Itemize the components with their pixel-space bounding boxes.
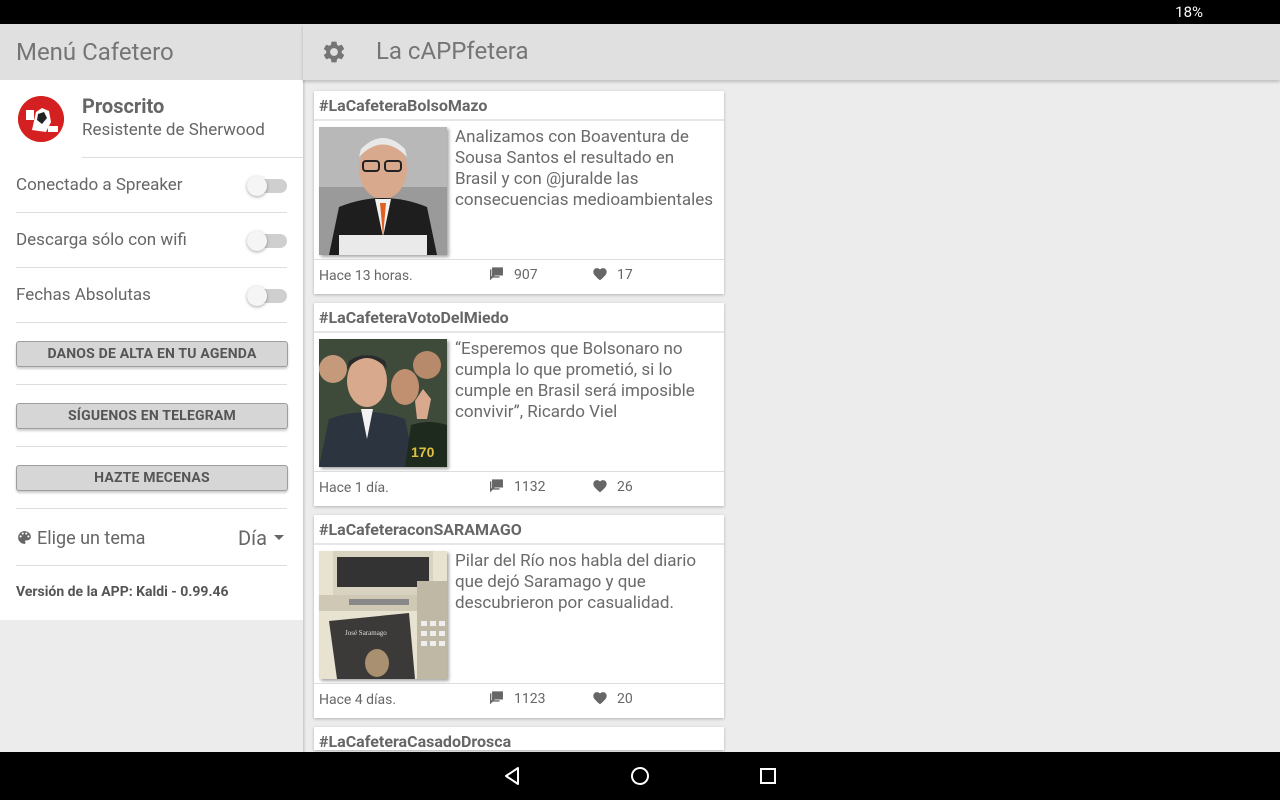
episode-description: Pilar del Río nos habla del diario que d… bbox=[455, 551, 697, 613]
episode-card[interactable]: #LaCafeteraVotoDelMiedo 170 “Esperemos q… bbox=[314, 303, 724, 506]
toggle-knob bbox=[247, 176, 267, 196]
podcast-feed: #LaCafeteraBolsoMazo Analizamos con Boav… bbox=[314, 91, 724, 757]
comments-count: 907 bbox=[514, 267, 538, 283]
theme-selector[interactable]: Elige un tema Día bbox=[16, 509, 287, 566]
episode-footer: Hace 13 horas. 907 17 bbox=[314, 259, 724, 294]
dropdown-caret-icon bbox=[274, 535, 284, 540]
episode-footer: Hace 1 día. 1132 26 bbox=[314, 471, 724, 506]
system-nav-bar bbox=[0, 752, 1280, 800]
episode-time: Hace 4 días. bbox=[319, 692, 397, 708]
episode-thumbnail[interactable] bbox=[319, 127, 447, 255]
back-icon[interactable] bbox=[500, 764, 524, 788]
toggle-knob bbox=[247, 231, 267, 251]
patron-button[interactable]: HAZTE MECENAS bbox=[16, 465, 288, 491]
episode-tag: #LaCafeteraBolsoMazo bbox=[314, 91, 724, 121]
theme-label: Elige un tema bbox=[37, 528, 146, 549]
navigation-drawer: Menú Cafetero Proscrito Resistente de Sh… bbox=[0, 24, 303, 752]
wifi-only-toggle[interactable] bbox=[247, 231, 287, 251]
comments-count: 1132 bbox=[514, 479, 546, 495]
telegram-button[interactable]: SÍGUENOS EN TELEGRAM bbox=[16, 403, 288, 429]
spreaker-toggle[interactable] bbox=[247, 176, 287, 196]
profile-subtitle: Resistente de Sherwood bbox=[82, 120, 265, 140]
episode-description: Analizamos con Boaventura de Sousa Santo… bbox=[455, 127, 714, 210]
episode-time: Hace 1 día. bbox=[319, 480, 389, 496]
setting-label: Descarga sólo con wifi bbox=[16, 230, 187, 250]
theme-value[interactable]: Día bbox=[238, 526, 267, 550]
button-row: DANOS DE ALTA EN TU AGENDA bbox=[16, 323, 288, 385]
setting-label: Conectado a Spreaker bbox=[16, 175, 183, 195]
profile[interactable]: Proscrito Resistente de Sherwood bbox=[0, 80, 303, 158]
app-bar: La cAPPfetera bbox=[303, 24, 1280, 80]
heart-icon[interactable] bbox=[592, 266, 608, 285]
episode-description: “Esperemos que Bolsonaro no cumpla lo qu… bbox=[455, 339, 695, 422]
drawer-body: Proscrito Resistente de Sherwood Conecta… bbox=[0, 80, 303, 620]
button-row: SÍGUENOS EN TELEGRAM bbox=[16, 385, 288, 447]
setting-wifi-only[interactable]: Descarga sólo con wifi bbox=[16, 213, 287, 268]
episode-thumbnail[interactable]: 170 bbox=[319, 339, 447, 467]
avatar bbox=[18, 96, 64, 142]
likes-count: 26 bbox=[617, 479, 633, 495]
heart-icon[interactable] bbox=[592, 478, 608, 497]
gear-icon[interactable] bbox=[321, 39, 347, 69]
agenda-button[interactable]: DANOS DE ALTA EN TU AGENDA bbox=[16, 341, 288, 367]
svg-text:170: 170 bbox=[411, 444, 435, 460]
episode-tag: #LaCafeteraconSARAMAGO bbox=[314, 515, 724, 545]
palette-icon bbox=[16, 529, 33, 551]
episode-thumbnail[interactable]: José Saramago bbox=[319, 551, 447, 679]
setting-spreaker[interactable]: Conectado a Spreaker bbox=[16, 158, 287, 213]
battery-level: 18% bbox=[1175, 3, 1203, 21]
episode-card[interactable]: #LaCafeteraCasadoDrosca bbox=[314, 727, 724, 757]
comments-icon bbox=[489, 478, 506, 497]
home-icon[interactable] bbox=[628, 764, 652, 788]
status-bar: 18% bbox=[0, 0, 1280, 24]
heart-icon[interactable] bbox=[592, 690, 608, 709]
toggle-knob bbox=[247, 286, 267, 306]
app-title: La cAPPfetera bbox=[376, 37, 529, 65]
comments-count: 1123 bbox=[514, 691, 546, 707]
episode-card[interactable]: #LaCafeteraconSARAMAGO José Saramago Pil… bbox=[314, 515, 724, 718]
episode-tag: #LaCafeteraVotoDelMiedo bbox=[314, 303, 724, 333]
setting-absolute-dates[interactable]: Fechas Absolutas bbox=[16, 268, 287, 323]
likes-count: 20 bbox=[617, 691, 633, 707]
app-version: Versión de la APP: Kaldi - 0.99.46 bbox=[16, 584, 229, 600]
episode-footer: Hace 4 días. 1123 20 bbox=[314, 683, 724, 718]
episode-time: Hace 13 horas. bbox=[319, 268, 413, 284]
absolute-dates-toggle[interactable] bbox=[247, 286, 287, 306]
comments-icon bbox=[489, 266, 506, 285]
episode-card[interactable]: #LaCafeteraBolsoMazo Analizamos con Boav… bbox=[314, 91, 724, 294]
comments-icon bbox=[489, 690, 506, 709]
likes-count: 17 bbox=[617, 267, 633, 283]
drawer-shadow bbox=[303, 80, 306, 752]
button-row: HAZTE MECENAS bbox=[16, 447, 288, 509]
recents-icon[interactable] bbox=[756, 764, 780, 788]
setting-label: Fechas Absolutas bbox=[16, 285, 151, 305]
profile-name: Proscrito bbox=[82, 94, 165, 118]
svg-text:José Saramago: José Saramago bbox=[345, 629, 387, 637]
drawer-title: Menú Cafetero bbox=[0, 24, 303, 80]
